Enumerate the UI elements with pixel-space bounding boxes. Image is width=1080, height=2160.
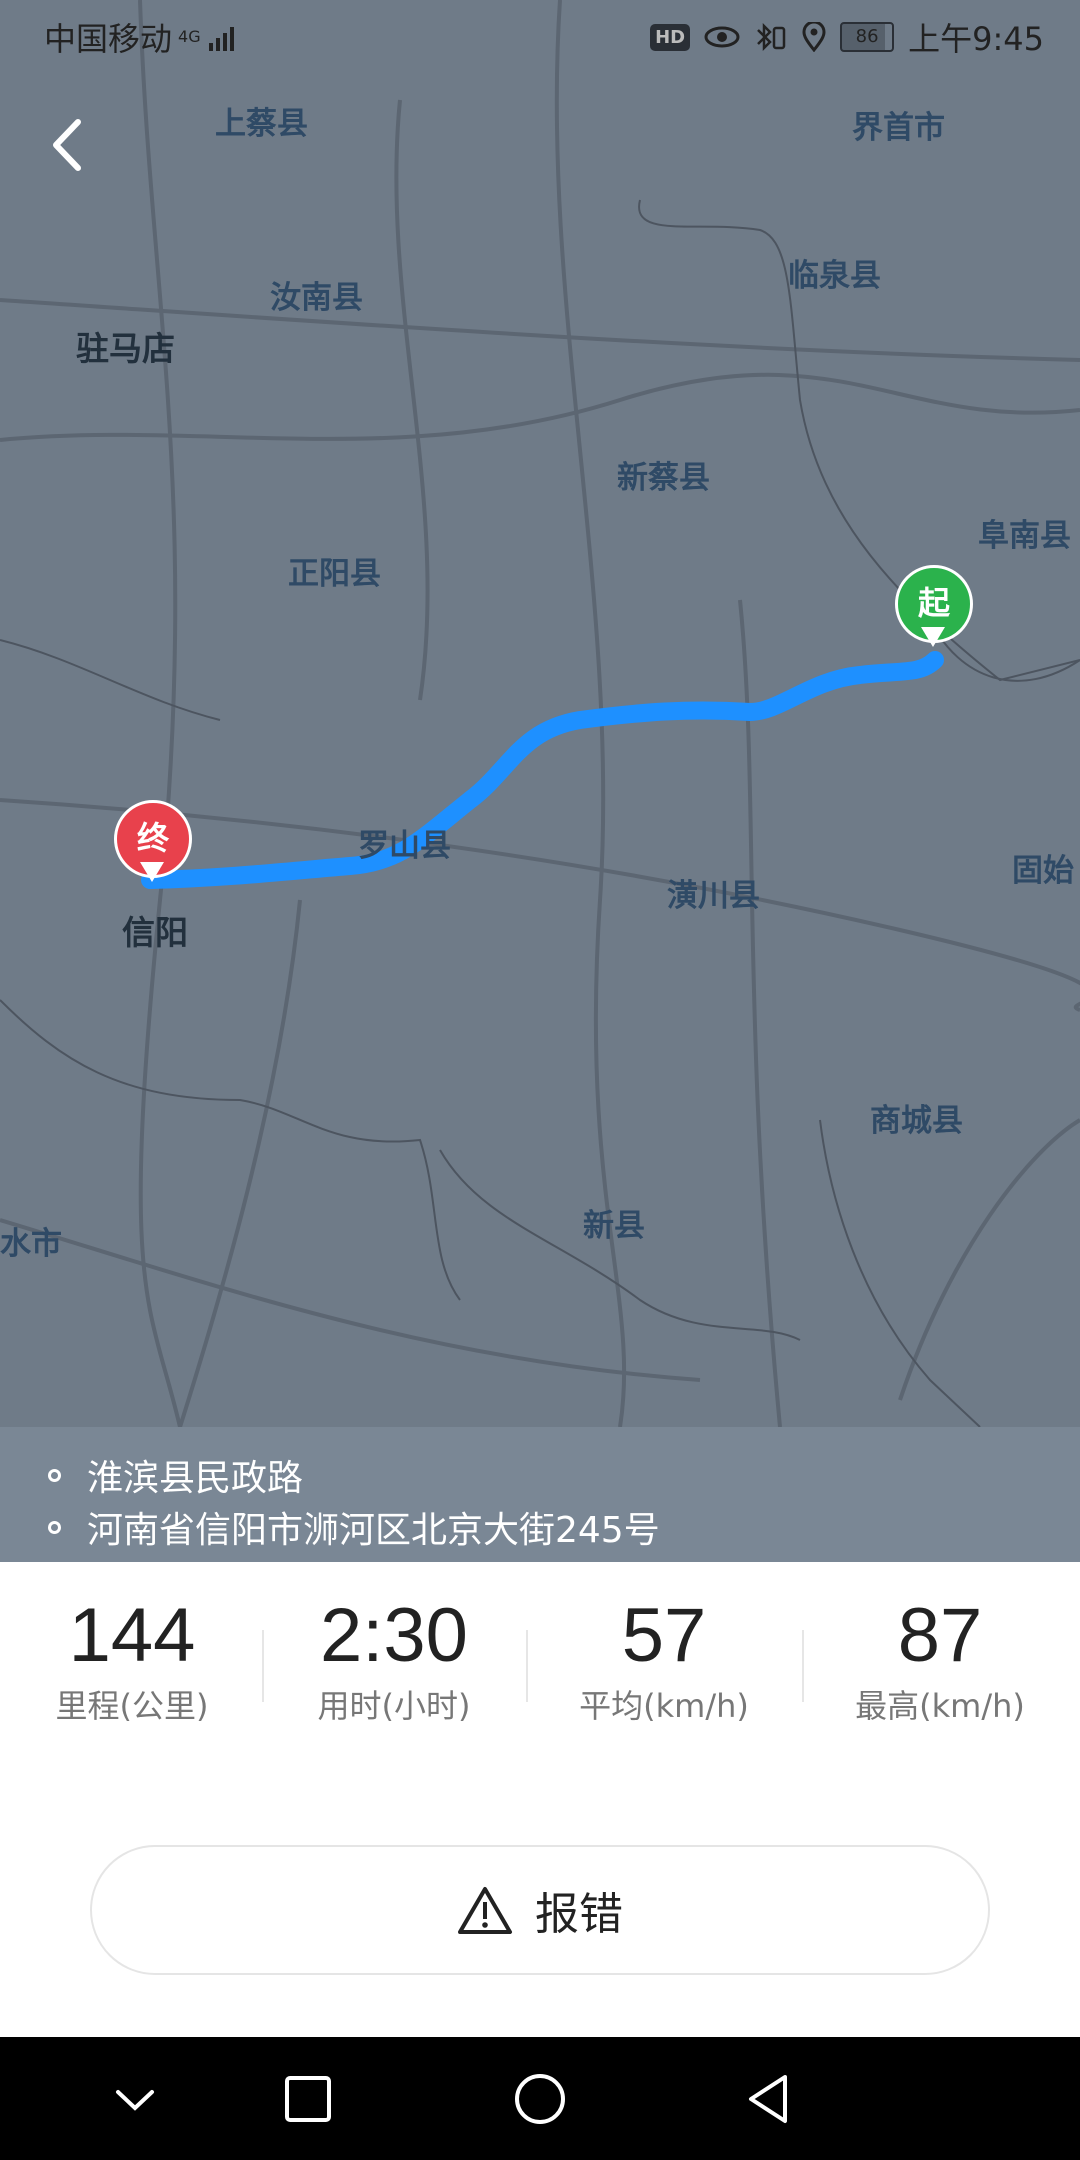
stat-value: 2:30: [320, 1593, 468, 1678]
divider: [526, 1630, 528, 1702]
stat-label: 平均(km/h): [579, 1687, 749, 1725]
system-nav-bar: [0, 2037, 1080, 2160]
place-label: 商城县: [870, 1103, 963, 1139]
start-marker-tail: [921, 627, 945, 647]
place-label: 新蔡县: [617, 460, 710, 496]
hd-icon: HD: [650, 23, 691, 51]
place-label: 罗山县: [358, 828, 451, 864]
end-address-row: 河南省信阳市浉河区北京大街245号: [48, 1501, 660, 1553]
nav-back-button[interactable]: [708, 2037, 828, 2160]
trip-stats: 144 里程(公里) 2:30 用时(小时) 57 平均(km/h) 87 最高…: [0, 1562, 1080, 1762]
nav-hide-button[interactable]: [75, 2037, 195, 2160]
place-label: 新县: [583, 1208, 645, 1244]
warning-icon: [458, 1887, 512, 1934]
divider: [802, 1630, 804, 1702]
stat-max-speed: 87 最高(km/h): [810, 1592, 1070, 1727]
bluetooth-battery-icon: [757, 22, 786, 52]
circle-icon: [515, 2073, 565, 2124]
location-icon: [802, 22, 826, 52]
place-label: 潢川县: [667, 878, 760, 914]
place-label-city: 信阳: [122, 913, 188, 952]
start-address-row: 淮滨县民政路: [48, 1449, 303, 1501]
chevron-left-icon: [53, 119, 81, 171]
place-label: 临泉县: [788, 258, 881, 294]
place-label: 阜南县: [978, 518, 1071, 554]
stat-value: 57: [621, 1593, 707, 1678]
place-label: 上蔡县: [215, 106, 308, 142]
carrier-name: 中国移动: [44, 20, 173, 58]
place-label: 界首市: [852, 110, 945, 146]
place-label: 水市: [0, 1226, 62, 1262]
place-label: 固始: [1012, 853, 1074, 889]
report-error-button[interactable]: 报错: [90, 1845, 990, 1975]
place-label: 汝南县: [270, 280, 363, 316]
report-error-label: 报错: [535, 1889, 623, 1940]
end-marker[interactable]: 终: [114, 800, 192, 896]
map-roads: [0, 0, 1080, 1427]
end-address: 河南省信阳市浉河区北京大街245号: [87, 1510, 660, 1551]
stat-distance: 144 里程(公里): [2, 1592, 262, 1727]
stat-label: 用时(小时): [317, 1687, 471, 1725]
network-type: 4G: [178, 27, 201, 46]
nav-home-button[interactable]: [480, 2037, 600, 2160]
place-label-city: 驻马店: [76, 329, 175, 368]
end-marker-tail: [140, 862, 164, 882]
stat-value: 87: [897, 1593, 983, 1678]
triangle-back-icon: [749, 2074, 787, 2123]
start-dot-icon: [48, 1468, 61, 1482]
stat-value: 144: [68, 1593, 196, 1678]
back-button[interactable]: [40, 110, 100, 180]
start-marker[interactable]: 起: [895, 565, 973, 661]
stat-duration: 2:30 用时(小时): [264, 1592, 524, 1727]
stat-average-speed: 57 平均(km/h): [534, 1592, 794, 1727]
address-panel: 淮滨县民政路 河南省信阳市浉河区北京大街245号: [0, 1427, 1080, 1562]
map-view[interactable]: 上蔡县 界首市 汝南县 临泉县 驻马店 新蔡县 阜南县 正阳县 罗山县 潢川县 …: [0, 0, 1080, 1427]
battery-icon: 86: [840, 22, 895, 52]
end-dot-icon: [48, 1520, 61, 1534]
clock: 上午9:45: [908, 20, 1044, 58]
stat-label: 最高(km/h): [855, 1687, 1025, 1725]
battery-percent: 86: [855, 26, 879, 47]
start-address: 淮滨县民政路: [87, 1458, 304, 1499]
place-label: 正阳县: [288, 556, 381, 592]
square-icon: [285, 2075, 331, 2122]
nav-recents-button[interactable]: [248, 2037, 368, 2160]
chevron-down-icon: [116, 2089, 154, 2111]
stat-label: 里程(公里): [55, 1687, 209, 1725]
eye-icon: [704, 26, 740, 48]
signal-icon: [208, 27, 234, 51]
status-bar: 中国移动 4G HD 86 上午9:45: [0, 0, 1080, 72]
route-line: [141, 651, 944, 889]
